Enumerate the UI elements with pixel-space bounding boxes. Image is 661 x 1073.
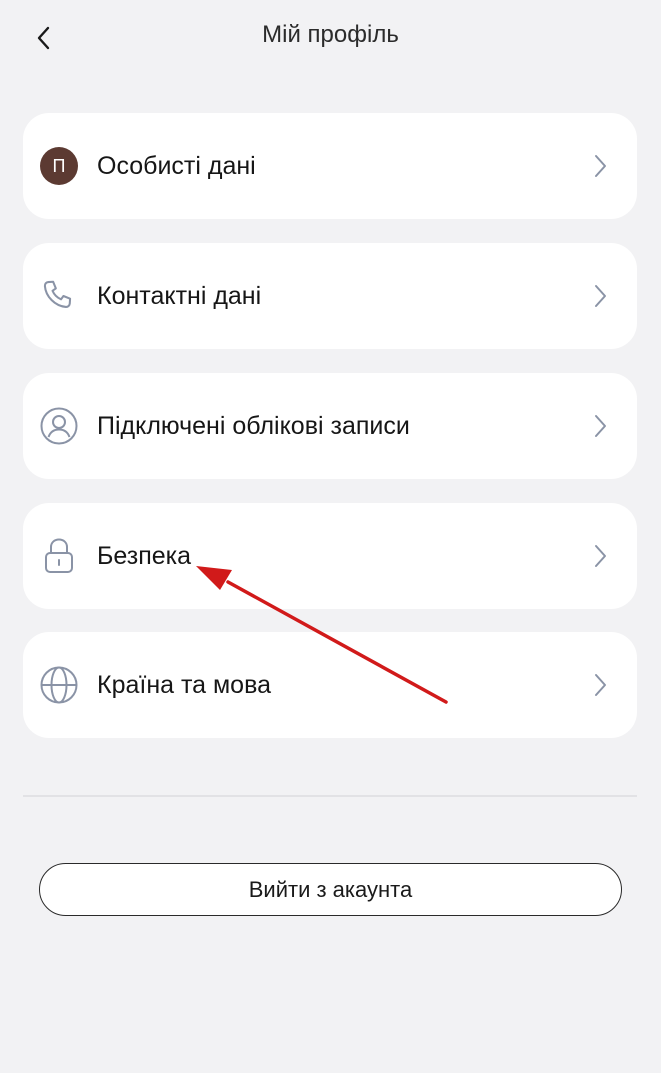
chevron-right-icon (591, 542, 611, 570)
avatar: П (39, 146, 79, 186)
user-circle-icon (39, 406, 79, 446)
menu-item-country-language[interactable]: Країна та мова (23, 632, 637, 738)
menu-item-label: Безпека (97, 541, 192, 570)
phone-icon (39, 276, 79, 316)
divider (23, 795, 637, 797)
menu-item-label: Особисті дані (97, 151, 256, 180)
chevron-right-icon (591, 152, 611, 180)
lock-icon (39, 536, 79, 576)
menu-item-label: Контактні дані (97, 281, 262, 310)
globe-icon (39, 665, 79, 705)
menu-item-label: Підключені облікові записи (97, 411, 410, 440)
logout-button[interactable]: Вийти з акаунта (39, 863, 622, 916)
header: Мій профіль (0, 0, 661, 76)
page-title: Мій профіль (262, 21, 399, 48)
chevron-right-icon (591, 671, 611, 699)
chevron-right-icon (591, 412, 611, 440)
avatar-letter: П (40, 147, 78, 185)
menu-item-personal-data[interactable]: П Особисті дані (23, 113, 637, 219)
chevron-right-icon (591, 282, 611, 310)
menu-item-contact-data[interactable]: Контактні дані (23, 243, 637, 349)
menu-item-connected-accounts[interactable]: Підключені облікові записи (23, 373, 637, 479)
menu-item-security[interactable]: Безпека (23, 503, 637, 609)
menu-item-label: Країна та мова (97, 670, 271, 699)
